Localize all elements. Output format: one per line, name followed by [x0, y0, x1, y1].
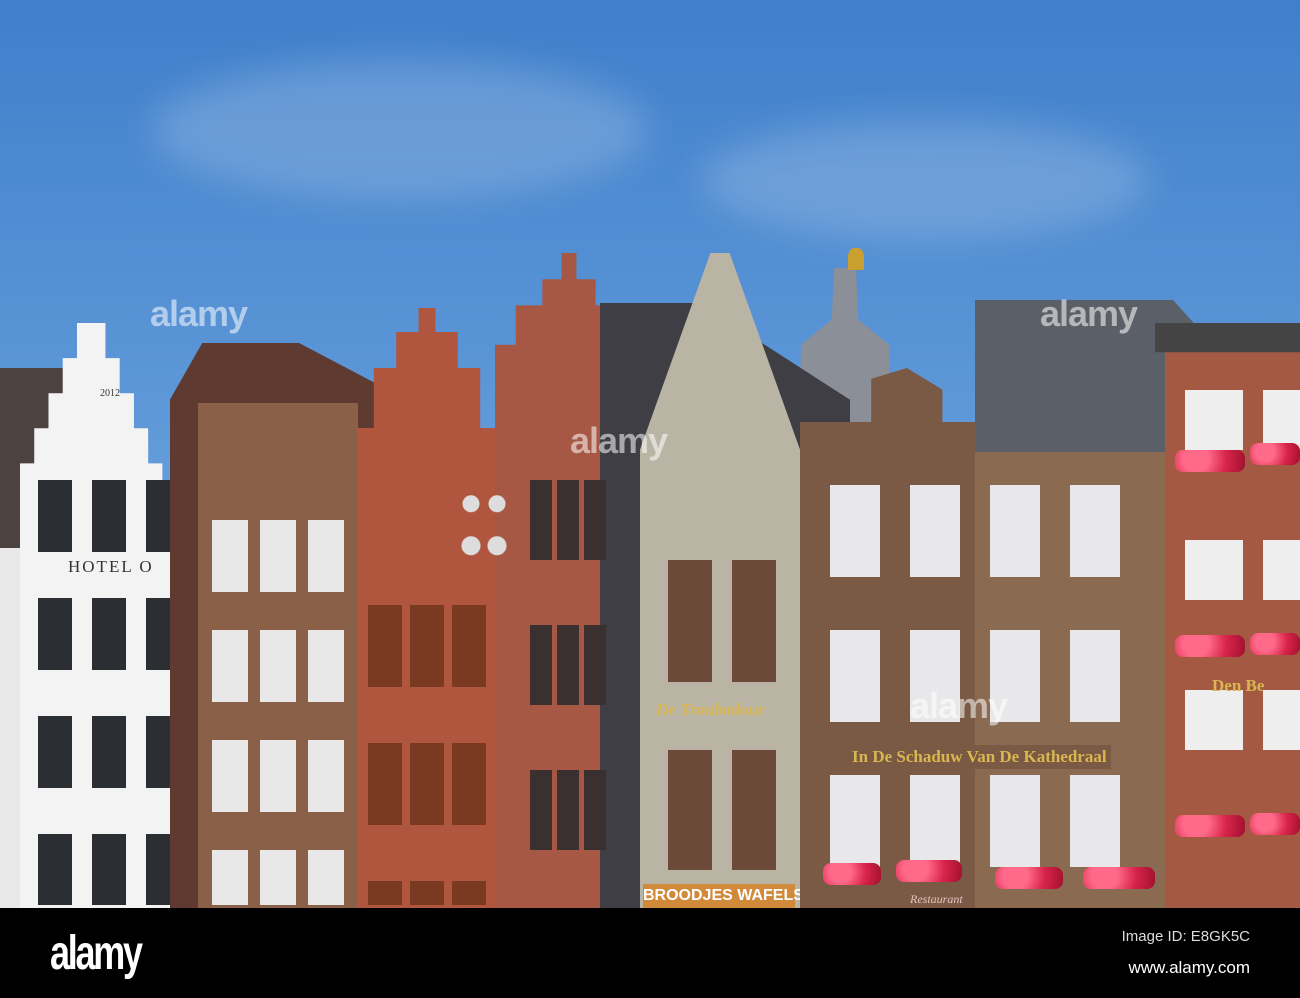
hotel-sign: HOTEL O — [64, 557, 158, 577]
cloud — [700, 120, 1150, 240]
watermark: alamy — [150, 293, 248, 334]
footer-bar: alamy Image ID: E8GK5C www.alamy.com — [0, 908, 1300, 998]
shop-sign: BROODJES WAFELS — [643, 884, 804, 908]
flower-box — [896, 860, 962, 882]
watermark: alamy — [910, 685, 1008, 726]
hotel-windows — [38, 480, 188, 905]
troubadour-sign: De Troubadour — [656, 700, 765, 719]
flower-box — [1250, 633, 1300, 655]
flower-box — [1083, 867, 1155, 889]
schaduw-sign: In De Schaduw Van De Kathedraal — [848, 745, 1111, 769]
watermark: alamy — [1040, 293, 1138, 334]
alamy-logo: alamy — [50, 927, 143, 980]
cloud — [150, 60, 650, 200]
hotel-year: 2012 — [100, 388, 120, 399]
golden-statue — [848, 248, 864, 270]
flower-box — [823, 863, 881, 885]
restaurant-sign: Restaurant — [910, 892, 963, 906]
red-tall-windows — [530, 480, 610, 900]
mansard-windows — [830, 485, 1150, 870]
brick-1-windows — [212, 520, 352, 905]
watermark: alamy — [570, 420, 668, 461]
photo: HOTEL O 2012 De Troubadour BROODJES WAFE… — [0, 0, 1300, 908]
flower-box — [1175, 815, 1245, 837]
website-link: www.alamy.com — [1128, 958, 1250, 977]
flower-box — [1175, 450, 1245, 472]
flower-box — [1175, 635, 1245, 657]
flower-box — [1250, 813, 1300, 835]
image-id: Image ID: E8GK5C — [1121, 928, 1250, 945]
floodlight-cluster — [458, 488, 510, 593]
flower-box — [995, 867, 1063, 889]
flower-box — [1250, 443, 1300, 465]
right-sign: Den Be — [1212, 676, 1265, 695]
red-gable-windows — [368, 605, 490, 905]
